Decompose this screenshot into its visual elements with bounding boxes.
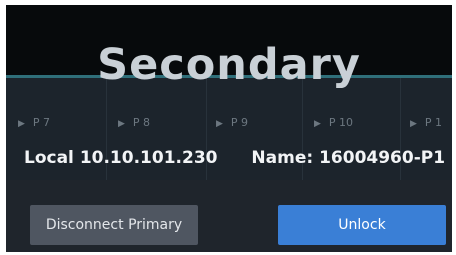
play-triangle-icon: ▶ [216,119,223,129]
local-label: Local [24,148,74,168]
name-label: Name: [251,148,314,168]
local-ip: 10.10.101.230 [79,148,218,168]
track-header: ▶ P 9 [216,116,249,129]
track-header: ▶ P 7 [18,116,51,129]
track-header: ▶ P 8 [118,116,151,129]
secondary-panel: Secondary ▶P 7 ▶P 8 ▶P 9 ▶P 10 ▶P 1 [6,5,452,252]
connection-info: Local 10.10.101.230 Name: 16004960-P1 [24,147,445,169]
disconnect-primary-button[interactable]: Disconnect Primary [30,205,198,245]
play-triangle-icon: ▶ [18,119,25,129]
track-header: ▶ P 10 [314,116,354,129]
track-header: ▶ P 1 [410,116,443,129]
play-triangle-icon: ▶ [314,119,321,129]
unlock-button[interactable]: Unlock [278,205,446,245]
name-value: 16004960-P1 [319,148,446,168]
page-title: Secondary [97,40,361,90]
primary-label: Primary [128,217,183,233]
play-triangle-icon: ▶ [118,119,125,129]
play-triangle-icon: ▶ [410,119,417,129]
disconnect-label: Disconnect [45,217,124,233]
